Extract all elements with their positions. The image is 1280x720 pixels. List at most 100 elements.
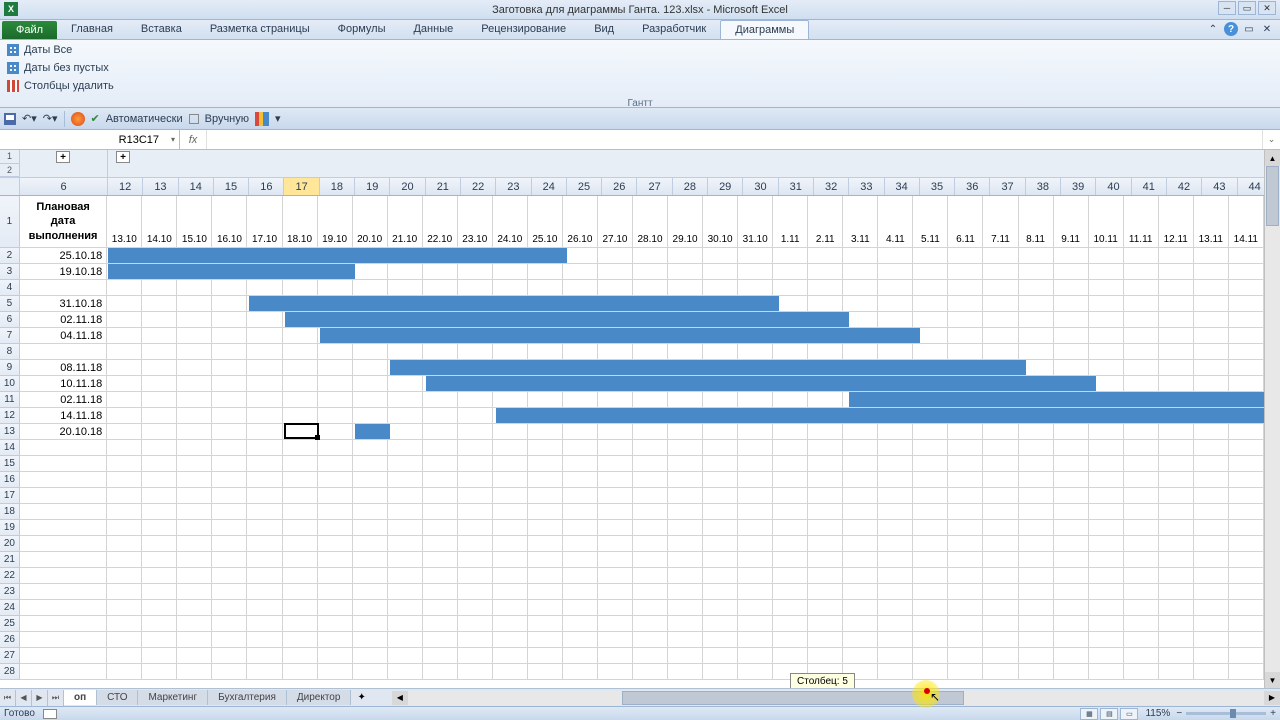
grid-cell[interactable] xyxy=(247,472,282,488)
grid-cell[interactable] xyxy=(563,440,598,456)
name-box[interactable]: R13C17 xyxy=(0,130,180,149)
column-header[interactable]: 29 xyxy=(708,178,743,195)
grid-cell[interactable] xyxy=(318,536,353,552)
grid-cell[interactable] xyxy=(247,456,282,472)
grid-cell[interactable] xyxy=(353,264,388,280)
grid-cell[interactable] xyxy=(212,648,247,664)
grid-cell[interactable] xyxy=(107,648,142,664)
grid-cell[interactable] xyxy=(142,360,177,376)
grid-cell[interactable] xyxy=(388,280,423,296)
grid-cell[interactable] xyxy=(598,504,633,520)
grid-cell[interactable] xyxy=(843,552,878,568)
row-header[interactable]: 19 xyxy=(0,520,20,536)
grid-cell[interactable] xyxy=(142,504,177,520)
grid-cell[interactable]: 15.10 xyxy=(177,196,212,248)
grid-cell[interactable] xyxy=(353,440,388,456)
column-header[interactable]: 43 xyxy=(1202,178,1237,195)
grid-cell[interactable] xyxy=(353,600,388,616)
grid-cell[interactable] xyxy=(423,456,458,472)
grid-cell[interactable] xyxy=(423,664,458,680)
outline-expand-button[interactable]: + xyxy=(56,151,70,163)
grid-cell[interactable] xyxy=(1124,584,1159,600)
grid-cell[interactable] xyxy=(177,552,212,568)
plan-date-cell[interactable]: 31.10.18 xyxy=(20,296,107,312)
grid-cell[interactable] xyxy=(1089,328,1124,344)
header-cell[interactable]: Плановая дата выполнения xyxy=(20,196,107,248)
grid-cell[interactable] xyxy=(1159,248,1194,264)
grid-cell[interactable] xyxy=(1159,616,1194,632)
row-header[interactable]: 20 xyxy=(0,536,20,552)
grid-cell[interactable] xyxy=(1124,472,1159,488)
grid-cell[interactable] xyxy=(843,536,878,552)
grid-cell[interactable] xyxy=(458,552,493,568)
grid-cell[interactable] xyxy=(668,248,703,264)
grid-cell[interactable] xyxy=(283,552,318,568)
column-header[interactable]: 33 xyxy=(849,178,884,195)
grid-cell[interactable] xyxy=(983,312,1018,328)
grid-cell[interactable] xyxy=(177,648,212,664)
grid-cell[interactable] xyxy=(948,344,983,360)
grid-cell[interactable] xyxy=(1054,600,1089,616)
sheet-nav-first-icon[interactable]: ⏮ xyxy=(0,690,16,706)
grid-cell[interactable]: 31.10 xyxy=(738,196,773,248)
plan-date-cell[interactable] xyxy=(20,536,107,552)
grid-cell[interactable] xyxy=(1229,312,1264,328)
grid-cell[interactable] xyxy=(738,600,773,616)
grid-cell[interactable] xyxy=(212,376,247,392)
grid-cell[interactable] xyxy=(1159,376,1194,392)
scroll-left-icon[interactable]: ◀ xyxy=(392,691,408,705)
file-tab[interactable]: Файл xyxy=(2,21,57,39)
grid-cell[interactable] xyxy=(318,472,353,488)
grid-cell[interactable] xyxy=(1124,328,1159,344)
grid-cell[interactable] xyxy=(142,280,177,296)
grid-cell[interactable] xyxy=(668,440,703,456)
grid-cell[interactable] xyxy=(563,392,598,408)
plan-date-cell[interactable] xyxy=(20,456,107,472)
scroll-right-icon[interactable]: ▶ xyxy=(1264,691,1280,705)
dates-all-button[interactable]: Даты Все xyxy=(4,42,1276,58)
ribbon-tab-рецензирование[interactable]: Рецензирование xyxy=(467,20,580,39)
row-header[interactable]: 14 xyxy=(0,440,20,456)
grid-cell[interactable] xyxy=(142,584,177,600)
grid-cell[interactable] xyxy=(353,408,388,424)
grid-cell[interactable] xyxy=(1054,520,1089,536)
grid-cell[interactable] xyxy=(1229,584,1264,600)
grid-cell[interactable] xyxy=(107,376,142,392)
grid-cell[interactable] xyxy=(212,568,247,584)
grid-cell[interactable] xyxy=(1194,360,1229,376)
grid-cell[interactable] xyxy=(668,568,703,584)
grid-cell[interactable] xyxy=(1194,424,1229,440)
grid-cell[interactable] xyxy=(563,648,598,664)
grid-cell[interactable] xyxy=(1229,360,1264,376)
grid-cell[interactable] xyxy=(633,248,668,264)
grid-cell[interactable] xyxy=(598,440,633,456)
grid-cell[interactable] xyxy=(177,376,212,392)
grid-cell[interactable] xyxy=(738,392,773,408)
column-header[interactable]: 18 xyxy=(320,178,355,195)
grid-cell[interactable] xyxy=(318,440,353,456)
grid-cell[interactable] xyxy=(1159,296,1194,312)
grid-cell[interactable] xyxy=(458,488,493,504)
grid-cell[interactable]: 23.10 xyxy=(458,196,493,248)
grid-cell[interactable] xyxy=(598,392,633,408)
grid-cell[interactable] xyxy=(1229,248,1264,264)
grid-cell[interactable]: 28.10 xyxy=(633,196,668,248)
grid-cell[interactable] xyxy=(318,392,353,408)
grid-cell[interactable] xyxy=(247,488,282,504)
vertical-scrollbar[interactable]: ▲ ▼ xyxy=(1264,150,1280,688)
grid-cell[interactable] xyxy=(1054,536,1089,552)
column-header[interactable]: 41 xyxy=(1132,178,1167,195)
grid-cell[interactable] xyxy=(1124,312,1159,328)
grid-cell[interactable] xyxy=(493,568,528,584)
grid-cell[interactable] xyxy=(773,440,808,456)
grid-cell[interactable] xyxy=(738,248,773,264)
grid-cell[interactable] xyxy=(633,344,668,360)
grid-cell[interactable] xyxy=(633,392,668,408)
grid-cell[interactable] xyxy=(1194,568,1229,584)
grid-cell[interactable] xyxy=(283,408,318,424)
grid-cell[interactable] xyxy=(1124,568,1159,584)
grid-cell[interactable] xyxy=(808,424,843,440)
grid-cell[interactable] xyxy=(1194,376,1229,392)
grid-cell[interactable] xyxy=(423,424,458,440)
grid-cell[interactable] xyxy=(1124,296,1159,312)
